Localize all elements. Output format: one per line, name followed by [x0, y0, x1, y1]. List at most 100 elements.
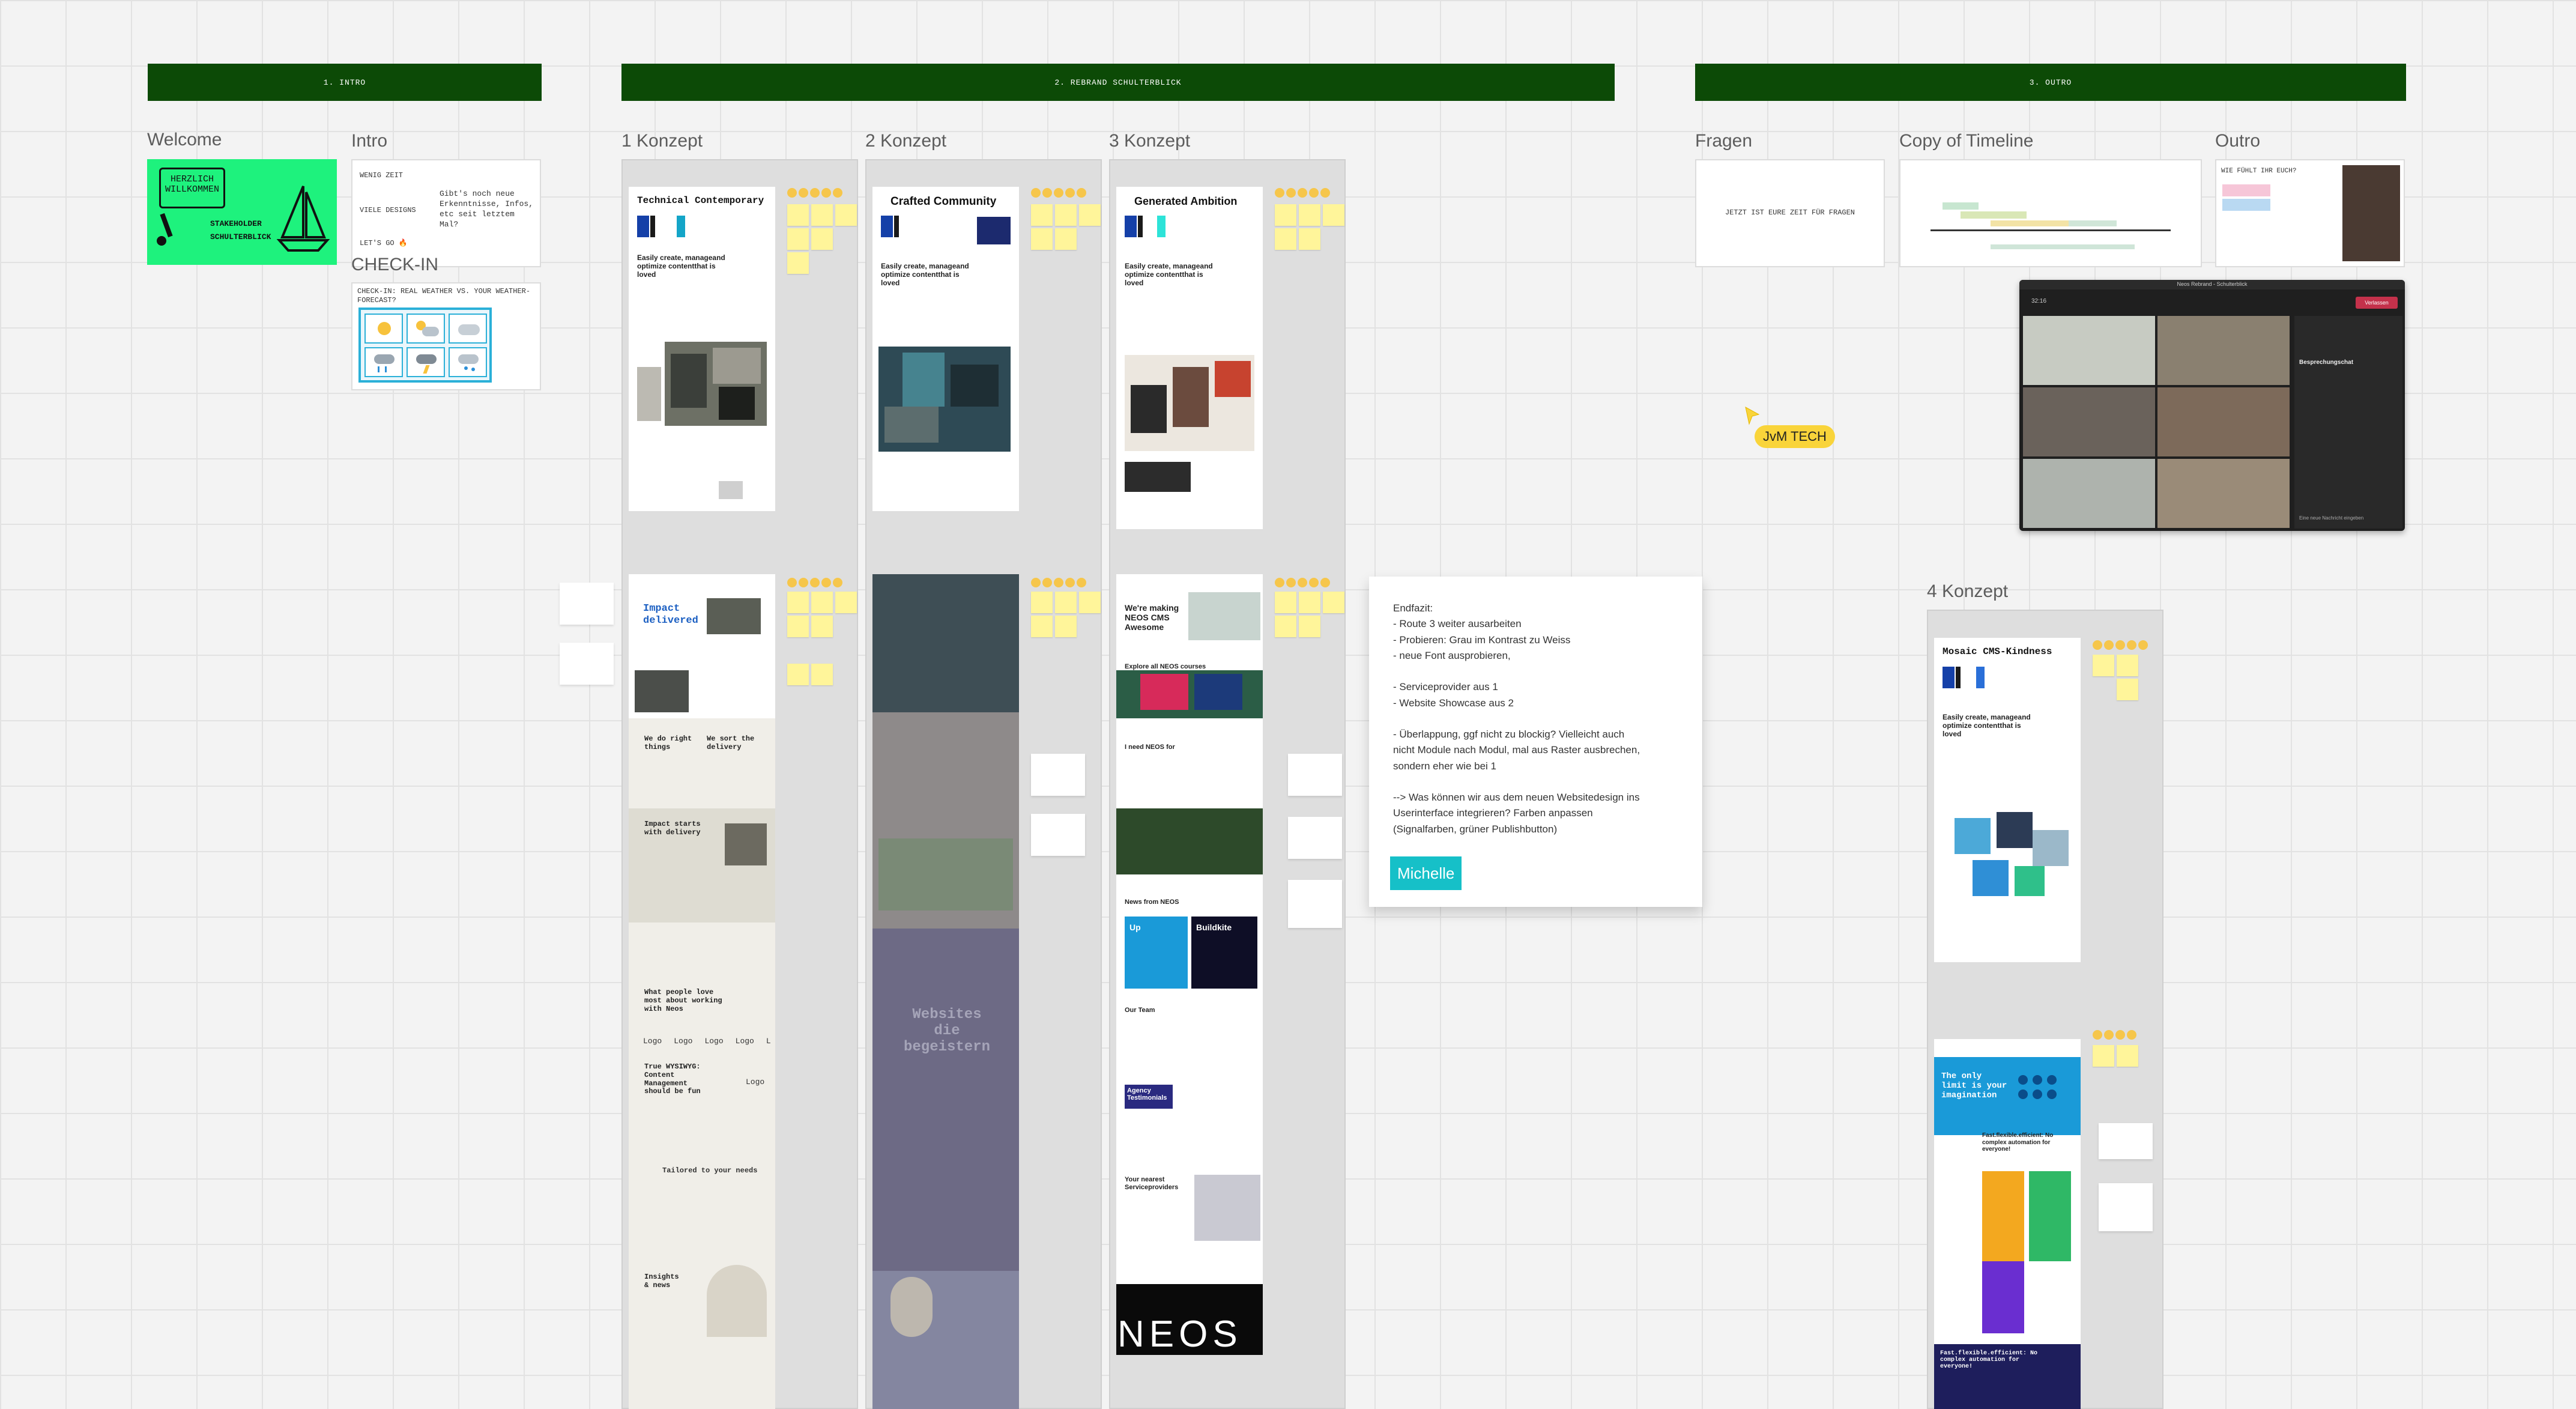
chat-input[interactable]: Eine neue Nachricht eingeben — [2299, 515, 2363, 521]
concept1-page-top[interactable]: Technical Contemporary Easily create, ma… — [629, 187, 775, 511]
concept2-page-top[interactable]: Crafted Community Easily create, managea… — [872, 187, 1019, 511]
sticky-note[interactable] — [811, 228, 833, 250]
reaction-row[interactable] — [1275, 188, 1330, 199]
welcome-line1: HERZLICH — [170, 174, 214, 184]
frame-label-intro[interactable]: Intro — [351, 131, 387, 151]
comment-note[interactable] — [560, 643, 614, 685]
welcome-line2: WILLKOMMEN — [165, 184, 219, 195]
reaction-row[interactable] — [2093, 1030, 2136, 1041]
sticky-note[interactable] — [787, 228, 809, 250]
reaction-row[interactable] — [787, 578, 842, 589]
sticky-note[interactable] — [787, 616, 809, 637]
timeline-card[interactable] — [1899, 159, 2202, 267]
leave-button[interactable]: Verlassen — [2356, 297, 2398, 309]
sticky-note[interactable] — [835, 592, 857, 613]
sticky-note[interactable] — [1299, 592, 1320, 613]
comment-note[interactable] — [560, 583, 614, 625]
sticky-note[interactable] — [811, 204, 833, 226]
sticky-note[interactable] — [1299, 204, 1320, 226]
comment-note[interactable] — [1031, 754, 1085, 796]
sticky-note[interactable] — [1323, 204, 1344, 226]
frame-label-outro[interactable]: Outro — [2215, 131, 2260, 151]
sticky-note[interactable] — [1031, 228, 1053, 250]
concept3-up: Up — [1129, 923, 1141, 932]
sticky-note[interactable] — [835, 204, 857, 226]
sticky-note[interactable] — [787, 204, 809, 226]
moodboard-image — [878, 347, 1011, 452]
logo-item: L — [766, 1037, 771, 1046]
concept3-agency: Agency Testimonials — [1127, 1087, 1167, 1101]
concept3-page-top[interactable]: Generated Ambition Easily create, manage… — [1116, 187, 1263, 529]
sticky-note[interactable] — [787, 592, 809, 613]
video-call-window[interactable]: Neos Rebrand - Schulterblick 32:16 Verla… — [2019, 280, 2405, 531]
reaction-row[interactable] — [787, 188, 842, 199]
participant-tile[interactable] — [2157, 459, 2290, 528]
concept3-page-long[interactable]: We're making NEOS CMS Awesome Explore al… — [1116, 574, 1263, 1355]
comment-note[interactable] — [2099, 1123, 2153, 1159]
comment-note[interactable] — [1288, 880, 1342, 928]
sticky-note[interactable] — [2093, 655, 2114, 676]
frame-label-fragen[interactable]: Fragen — [1695, 131, 1752, 151]
outro-card[interactable]: WIE FÜHLT IHR EUCH? — [2215, 159, 2405, 267]
concept1-page-long[interactable]: Impact delivered We do right things We s… — [629, 574, 775, 1409]
sticky-note[interactable] — [1031, 616, 1053, 637]
comment-note[interactable] — [2099, 1183, 2153, 1231]
concept4-page-long[interactable]: The only limit is your imagination Fast.… — [1934, 1039, 2081, 1409]
sticky-note[interactable] — [1275, 592, 1296, 613]
sticky-note[interactable] — [1079, 592, 1101, 613]
sticky-note[interactable] — [2117, 1045, 2138, 1067]
sticky-note[interactable] — [2093, 1045, 2114, 1067]
comment-note[interactable] — [1031, 814, 1085, 856]
concept4-page-top[interactable]: Mosaic CMS-Kindness Easily create, manag… — [1934, 638, 2081, 962]
concept2-page-long[interactable]: Websites die begeistern — [872, 574, 1019, 1409]
frame-label-timeline[interactable]: Copy of Timeline — [1899, 131, 2033, 151]
participant-tile[interactable] — [2023, 387, 2155, 456]
reaction-row[interactable] — [1031, 578, 1086, 589]
comment-note[interactable] — [1288, 817, 1342, 859]
sticky-note[interactable] — [1299, 616, 1320, 637]
sticky-note[interactable] — [1079, 204, 1101, 226]
sticky-note[interactable] — [2117, 679, 2138, 700]
frame-label-concept4[interactable]: 4 Konzept — [1927, 581, 2008, 602]
fragen-card[interactable]: JETZT IST EURE ZEIT FÜR FRAGEN — [1695, 159, 1885, 267]
sticky-note[interactable] — [1055, 616, 1077, 637]
intro-card[interactable]: WENIG ZEIT VIELE DESIGNS Gibt's noch neu… — [351, 159, 541, 267]
sticky-note[interactable] — [1055, 204, 1077, 226]
sticky-note[interactable] — [1275, 204, 1296, 226]
snow-icon — [449, 347, 487, 377]
sticky-note[interactable] — [1055, 592, 1077, 613]
sticky-note[interactable] — [1323, 592, 1344, 613]
reaction-row[interactable] — [2093, 640, 2148, 651]
sticky-note[interactable] — [787, 664, 809, 685]
participant-tile[interactable] — [2157, 316, 2290, 385]
sticky-note[interactable] — [2117, 655, 2138, 676]
participant-tile[interactable] — [2157, 387, 2290, 456]
checkin-card[interactable]: CHECK-IN: REAL WEATHER VS. YOUR WEATHER-… — [351, 282, 541, 390]
sticky-note[interactable] — [1299, 228, 1320, 250]
sticky-note[interactable] — [1275, 616, 1296, 637]
participant-tile[interactable] — [2023, 459, 2155, 528]
sticky-note[interactable] — [811, 616, 833, 637]
sticky-note[interactable] — [1055, 228, 1077, 250]
chat-panel[interactable]: Besprechungschat Eine neue Nachricht ein… — [2294, 316, 2402, 529]
welcome-card[interactable]: HERZLICH WILLKOMMEN STAKEHOLDER SCHULTER… — [147, 159, 337, 265]
reaction-row[interactable] — [1275, 578, 1330, 589]
sticky-note[interactable] — [1031, 592, 1053, 613]
participant-tile[interactable] — [2023, 316, 2155, 385]
endfazit-line: nicht Module nach Modul, mal aus Raster … — [1393, 744, 1640, 756]
sticky-note[interactable] — [787, 252, 809, 274]
sticky-note[interactable] — [811, 664, 833, 685]
endfazit-note[interactable]: Endfazit: - Route 3 weiter ausarbeiten -… — [1369, 577, 1702, 907]
welcome-line3: STAKEHOLDER — [210, 219, 262, 228]
sticky-note[interactable] — [1275, 228, 1296, 250]
frame-label-welcome[interactable]: Welcome — [147, 130, 222, 150]
sticky-note[interactable] — [1031, 204, 1053, 226]
comment-note[interactable] — [1288, 754, 1342, 796]
endfazit-line: --> Was können wir aus dem neuen Website… — [1393, 792, 1640, 804]
frame-label-concept1[interactable]: 1 Konzept — [621, 131, 703, 151]
author-tag[interactable]: Michelle — [1390, 856, 1462, 890]
reaction-row[interactable] — [1031, 188, 1086, 199]
frame-label-concept2[interactable]: 2 Konzept — [865, 131, 946, 151]
frame-label-concept3[interactable]: 3 Konzept — [1109, 131, 1190, 151]
sticky-note[interactable] — [811, 592, 833, 613]
